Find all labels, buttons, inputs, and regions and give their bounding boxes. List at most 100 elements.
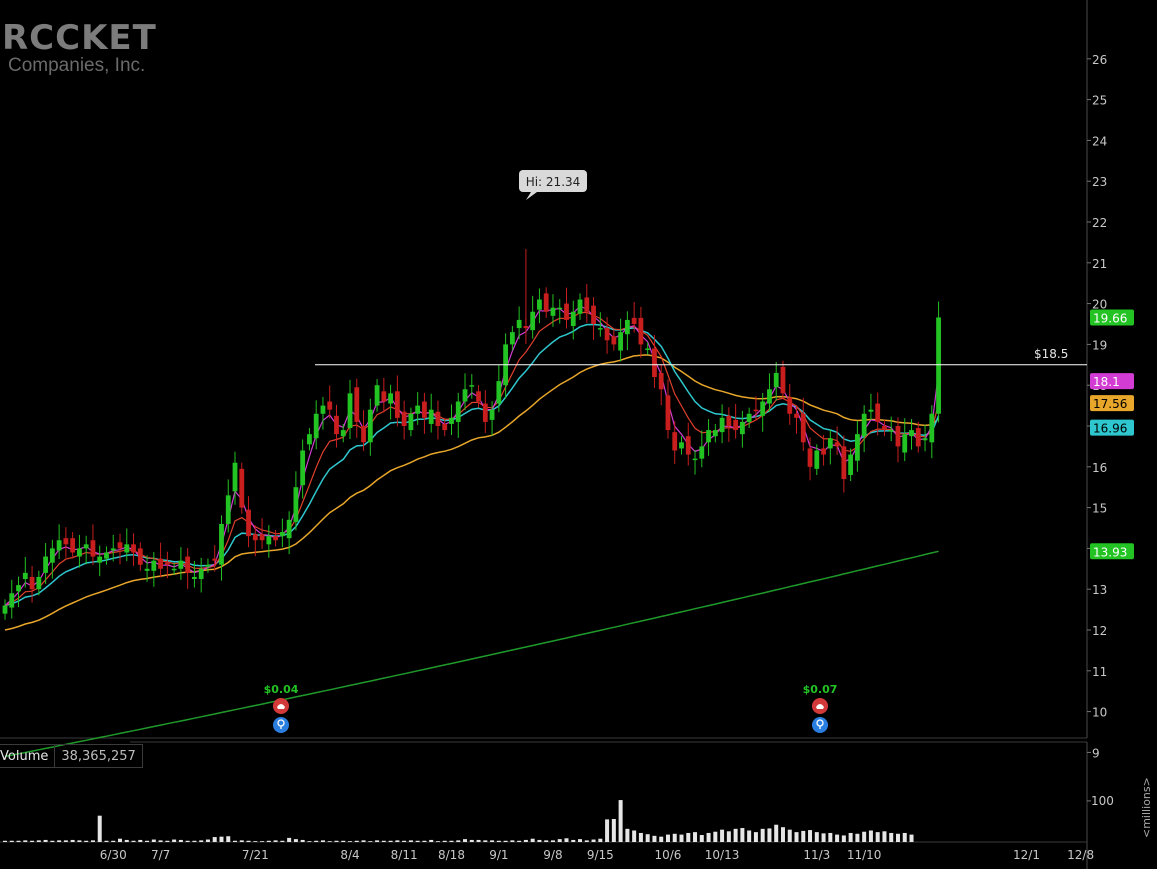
volume-bar [638,832,643,842]
candle-body [97,556,103,563]
candle-body [902,434,908,453]
volume-bar [402,840,407,842]
candle-body [252,534,258,541]
volume-bar [618,800,623,842]
candle-body [706,430,711,443]
candle-body [293,487,299,522]
volume-bar [165,840,170,842]
candle-body [9,593,15,608]
volume-bar [43,839,48,842]
volume-bar [192,840,197,842]
candle-body [760,401,766,416]
y-tick-label: 25 [1092,94,1107,108]
candle-body [164,562,170,565]
volume-bar [679,834,684,842]
candle-body [442,423,448,431]
candle-body [205,564,211,567]
candle-body [124,544,130,553]
volume-bar [239,840,244,842]
chart-stage: RCCKET Companies, Inc. 91011121314151617… [0,0,1157,869]
candle-body [550,307,556,316]
volume-bar [713,831,718,842]
volume-bar [408,840,413,842]
candle-body [530,311,536,331]
volume-unit-label: <millions> [1140,777,1153,838]
candle-body [137,548,143,565]
volume-bar [158,840,163,842]
volume-bar [368,841,373,842]
volume-bar [828,832,833,842]
volume-bar [496,840,501,842]
candle-body [794,413,799,418]
volume-bar [699,835,704,842]
candle-body [712,430,718,437]
volume-bar [760,828,765,842]
candle-body [645,348,651,350]
volume-bar [307,841,312,842]
volume-bar [253,841,258,842]
candle-body [665,395,671,431]
volume-bar [550,840,555,842]
candle-body [56,540,62,551]
horizontal-line-group[interactable]: $18.5 Hi: 21.34 [315,170,1087,366]
candle-body [537,299,542,310]
volume-bar [659,836,664,842]
volume-bar [787,829,792,842]
volume-bar [300,839,305,842]
volume-bar [706,832,711,842]
earnings-events[interactable]: $0.04 $0.07 [264,683,838,733]
volume-bar [537,839,542,842]
candle-body [692,458,698,461]
volume-bar [848,832,853,842]
volume-bar [652,835,657,842]
candle-body [672,432,678,451]
y-tick-label: 9 [1092,746,1100,760]
volume-bar [564,838,569,842]
ma-5-line [4,305,940,606]
volume-bar [293,839,298,842]
candle-body [29,576,35,590]
earnings-label: $0.04 [264,683,299,696]
candle-body [611,336,617,345]
price-chart[interactable]: 91011121314151617181920212223242526 $18.… [0,0,1157,869]
candle-body [868,409,874,412]
candle-body [90,540,96,557]
candle-body [422,401,427,418]
candle-body [16,585,21,592]
candle-body [936,317,941,414]
volume-bar [415,840,420,842]
volume-bar [855,833,860,842]
candle-body [212,558,218,561]
candle-body [354,387,360,422]
volume-bar [30,840,35,842]
candle-body [814,450,820,469]
candle-body [43,556,48,573]
volume-bar [16,840,21,842]
volume-bar [720,829,725,842]
volume-bar [808,830,813,842]
candle-body [131,544,136,553]
volume-bar [388,840,393,842]
y-tick-label: 12 [1092,624,1107,638]
x-tick-label: 8/18 [438,848,465,862]
candle-body [2,605,8,614]
candle-body [36,576,42,590]
candle-body [144,568,150,571]
volume-bar [57,840,62,842]
volume-bar [686,832,691,842]
volume-bar [862,831,867,842]
volume-bar [23,840,28,842]
candle-body [509,332,515,345]
volume-bar [327,841,332,842]
volume-bar [774,824,779,842]
volume-bar [9,840,14,842]
x-tick-label: 12/1 [1013,848,1040,862]
x-tick-label: 6/30 [100,848,127,862]
candle-body [246,509,251,537]
volume-bar [77,840,82,842]
candle-body [63,538,69,545]
candle-body [482,403,488,422]
volume-bar [381,840,386,842]
candle-body [875,403,881,422]
volume-bar [395,840,400,842]
